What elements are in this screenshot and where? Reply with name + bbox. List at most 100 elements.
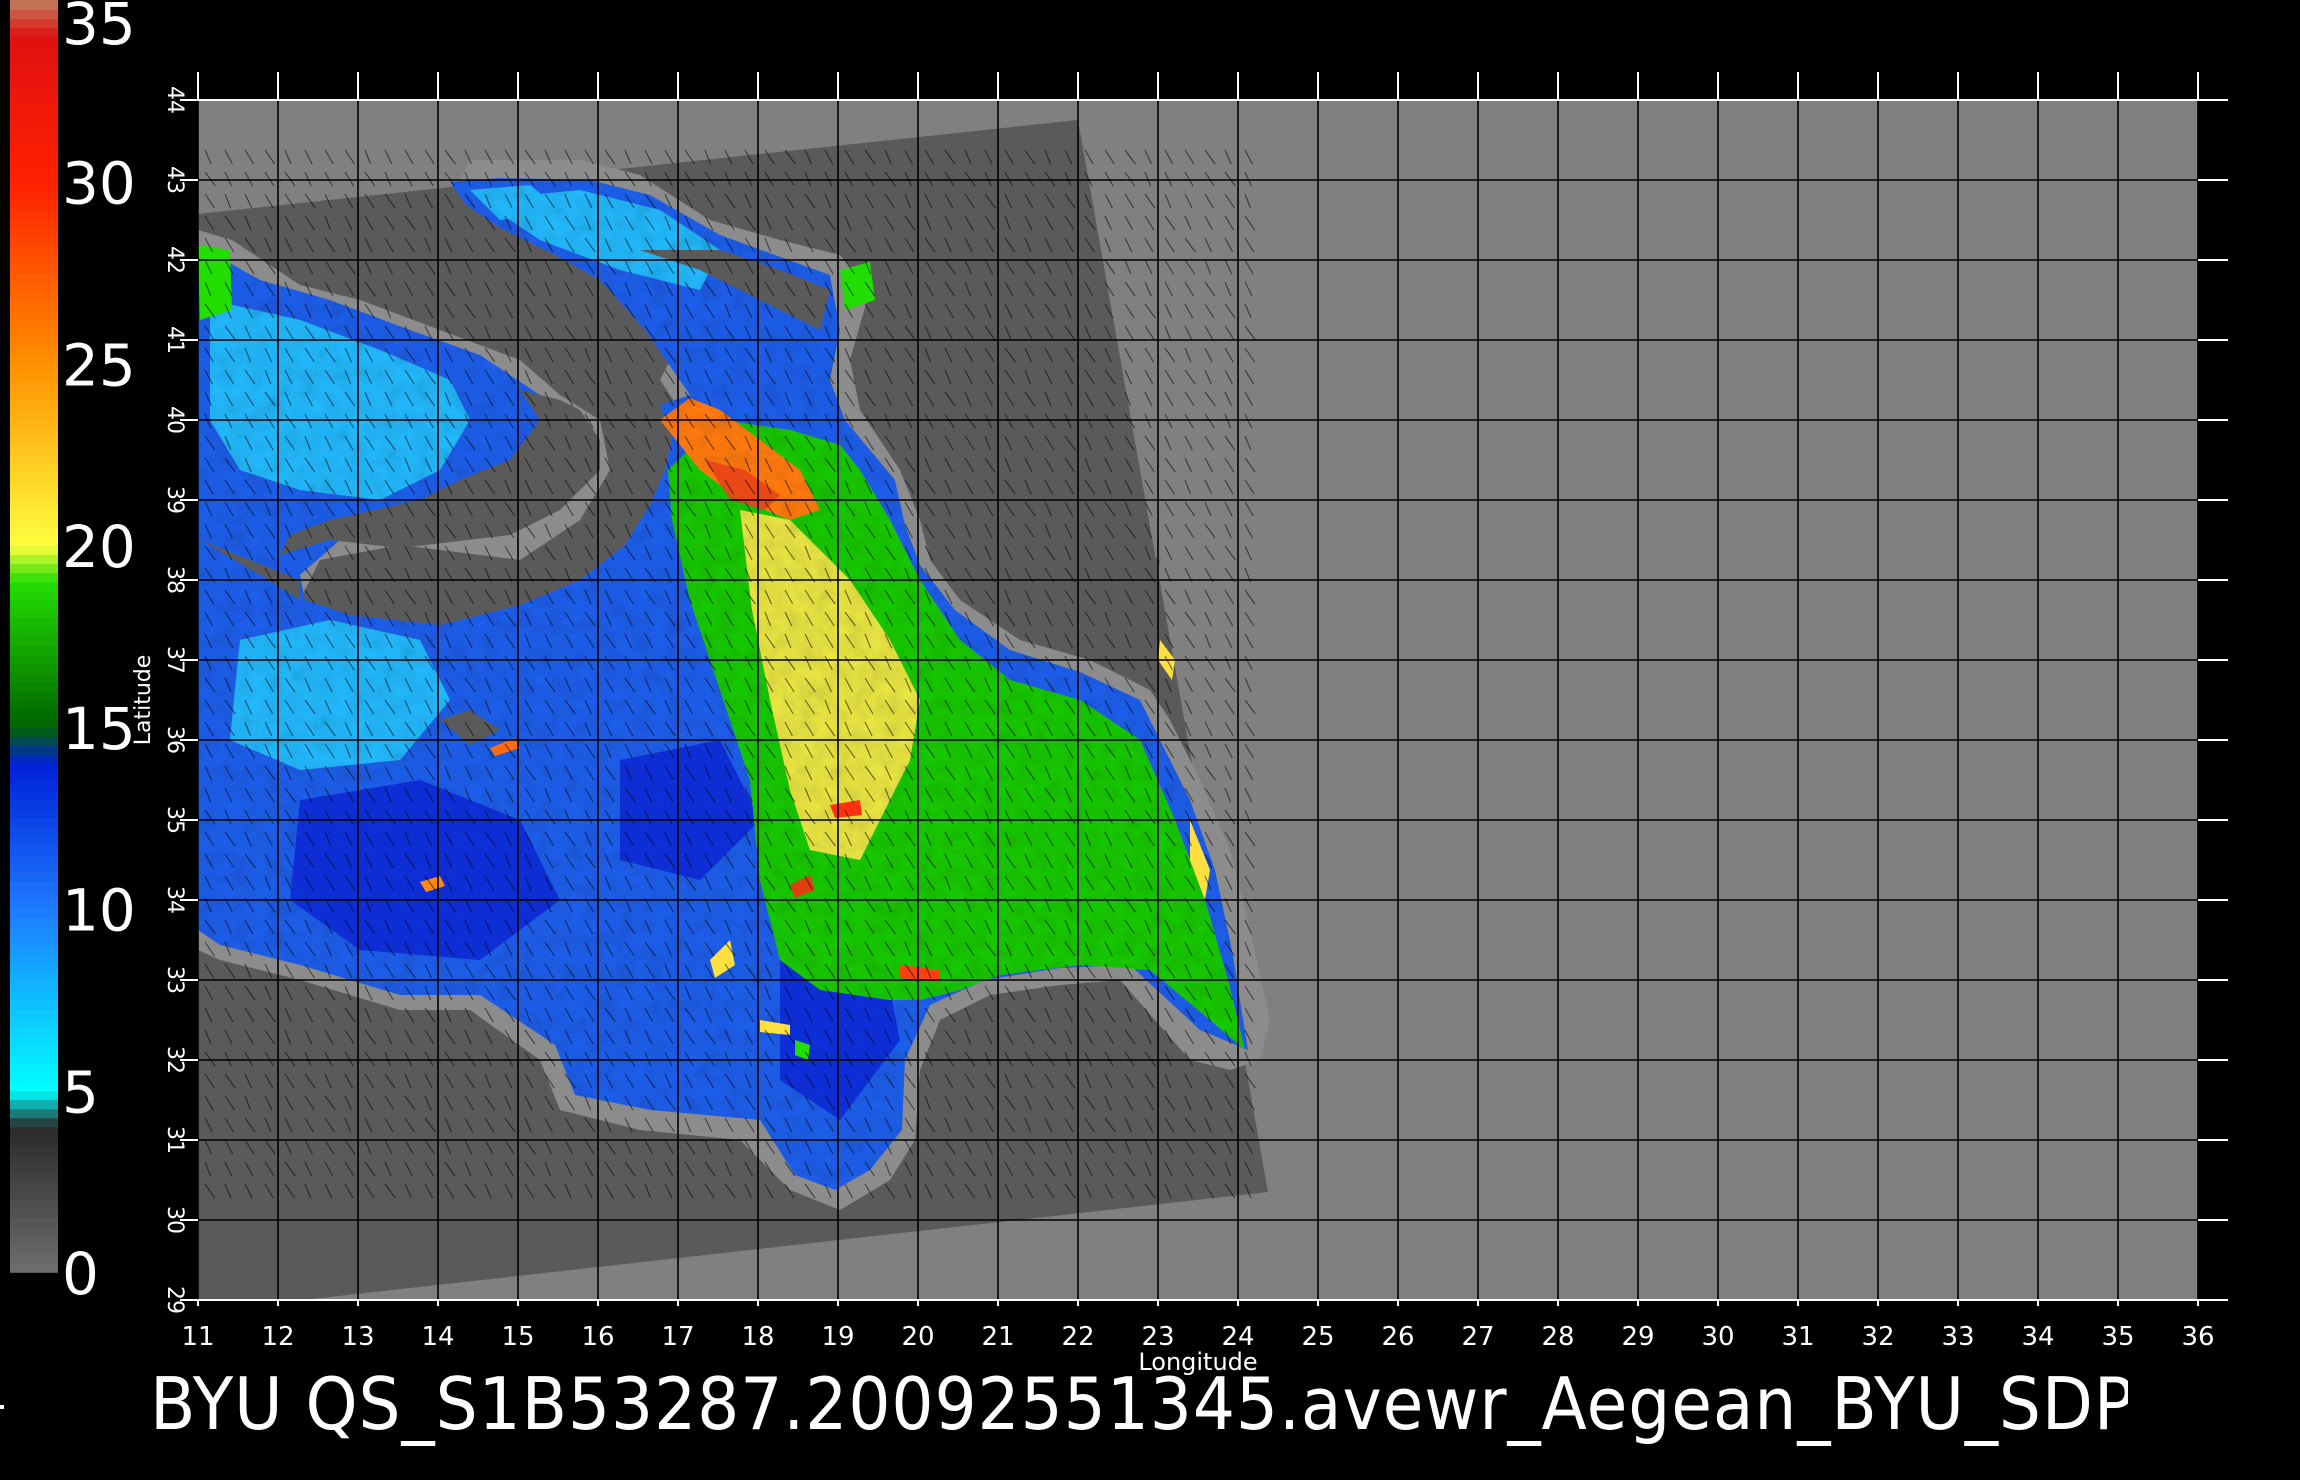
colorbar-segment (10, 190, 58, 201)
y-tick-label: 39 (162, 486, 187, 514)
y-tick-label: 31 (162, 1126, 187, 1154)
colorbar-segment (10, 826, 58, 837)
colorbar-segment (10, 1063, 58, 1073)
colorbar-segment (10, 372, 58, 383)
colorbar-segment (10, 581, 58, 592)
colorbar-segment (10, 1253, 58, 1264)
x-tick-label: 31 (1781, 1322, 1814, 1352)
wind-map: 11 12 13 14 15 16 17 18 19 20 21 22 23 24 25 26 27 28 29 30… (10, 0, 2228, 1376)
colorbar-segment (10, 1199, 58, 1210)
colorbar-segment (10, 481, 58, 492)
x-tick-label: 26 (1381, 1322, 1414, 1352)
y-tick-label: 35 (162, 806, 187, 834)
colorbar-labels: 0 5 10 15 20 25 30 35 (62, 0, 136, 1308)
colorbar-segment (10, 1235, 58, 1246)
colorbar-segment (10, 835, 58, 846)
colorbar-segment (10, 308, 58, 319)
colorbar-segment (10, 109, 58, 119)
colorbar-segment (10, 917, 58, 928)
colorbar-segment (10, 27, 58, 38)
colorbar-segment (10, 45, 58, 56)
colorbar-segment (10, 1181, 58, 1192)
colorbar-segment (10, 599, 58, 610)
x-tick-label: 13 (341, 1322, 374, 1352)
y-tick-label: 30 (162, 1206, 187, 1234)
colorbar-segment (10, 1026, 58, 1037)
colorbar-segment (10, 908, 58, 919)
colorbar-segment (10, 572, 58, 583)
x-tick-label: 18 (741, 1322, 774, 1352)
x-tick-label: 21 (981, 1322, 1014, 1352)
x-tick-label: 30 (1701, 1322, 1734, 1352)
colorbar-segment (10, 136, 58, 147)
colorbar-label: 0 (62, 1240, 99, 1308)
x-tick-label: 27 (1461, 1322, 1494, 1352)
y-tick-label: 41 (162, 326, 187, 354)
colorbar-segment (10, 681, 58, 692)
colorbar-segment (10, 1072, 58, 1082)
colorbar-segment (10, 545, 58, 556)
colorbar-segment (10, 81, 58, 92)
y-tick-label: 37 (162, 646, 187, 674)
x-tick-label: 29 (1621, 1322, 1654, 1352)
colorbar-segment (10, 708, 58, 719)
colorbar-segment (10, 608, 58, 619)
colorbar-segment (10, 508, 58, 519)
colorbar-segment (10, 1053, 58, 1064)
colorbar-segment (10, 1135, 58, 1146)
colorbar-segment (10, 1190, 58, 1201)
colorbar-segment (10, 218, 58, 228)
colorbar-segment (10, 127, 58, 138)
colorbar-segment (10, 245, 58, 256)
colorbar-segment (10, 554, 58, 565)
colorbar-segment (10, 617, 58, 628)
colorbar-segment (10, 390, 58, 401)
colorbar-label: 30 (62, 150, 136, 218)
colorbar-segment (10, 763, 58, 774)
colorbar-segment (10, 863, 58, 874)
colorbar-segment (10, 18, 58, 29)
colorbar-segment (10, 1117, 58, 1128)
colorbar-segment (10, 445, 58, 456)
colorbar-segment (10, 1244, 58, 1255)
colorbar-segment (10, 427, 58, 437)
y-tick-label: 34 (162, 886, 187, 914)
colorbar-segment (10, 417, 58, 428)
colorbar-segment (10, 499, 58, 510)
colorbar-segment (10, 626, 58, 637)
colorbar-segment (10, 399, 58, 410)
colorbar-segment (10, 654, 58, 665)
colorbar-segment (10, 1217, 58, 1228)
colorbar-segment (10, 699, 58, 710)
colorbar-segment (10, 972, 58, 983)
colorbar-segment (10, 790, 58, 801)
colorbar-segment (10, 290, 58, 301)
y-tick-label: 43 (162, 166, 187, 194)
colorbar-segment (10, 254, 58, 265)
colorbar-segment (10, 363, 58, 374)
x-tick-label: 25 (1301, 1322, 1334, 1352)
colorbar-segment (10, 726, 58, 737)
colorbar-segment (10, 54, 58, 65)
colorbar-segment (10, 981, 58, 992)
colorbar-segment (10, 463, 58, 474)
colorbar-segment (10, 844, 58, 855)
colorbar (10, 0, 58, 1273)
colorbar-segment (10, 99, 58, 110)
image-title: BYU QS_S1B53287.20092551345.avewr_Aegean… (150, 1362, 2128, 1446)
colorbar-segment (10, 536, 58, 546)
colorbar-segment (10, 881, 58, 892)
colorbar-segment (10, 408, 58, 419)
x-tick-label: 19 (821, 1322, 854, 1352)
y-tick-label: 36 (162, 726, 187, 754)
colorbar-segment (10, 381, 58, 392)
y-tick-label: 40 (162, 406, 187, 434)
colorbar-segment (10, 735, 58, 746)
x-tick-label: 35 (2101, 1322, 2134, 1352)
colorbar-segment (10, 0, 58, 10)
colorbar-segment (10, 36, 58, 47)
colorbar-segment (10, 172, 58, 183)
colorbar-segment (10, 1099, 58, 1110)
colorbar-segment (10, 1035, 58, 1046)
colorbar-segment (10, 272, 58, 283)
